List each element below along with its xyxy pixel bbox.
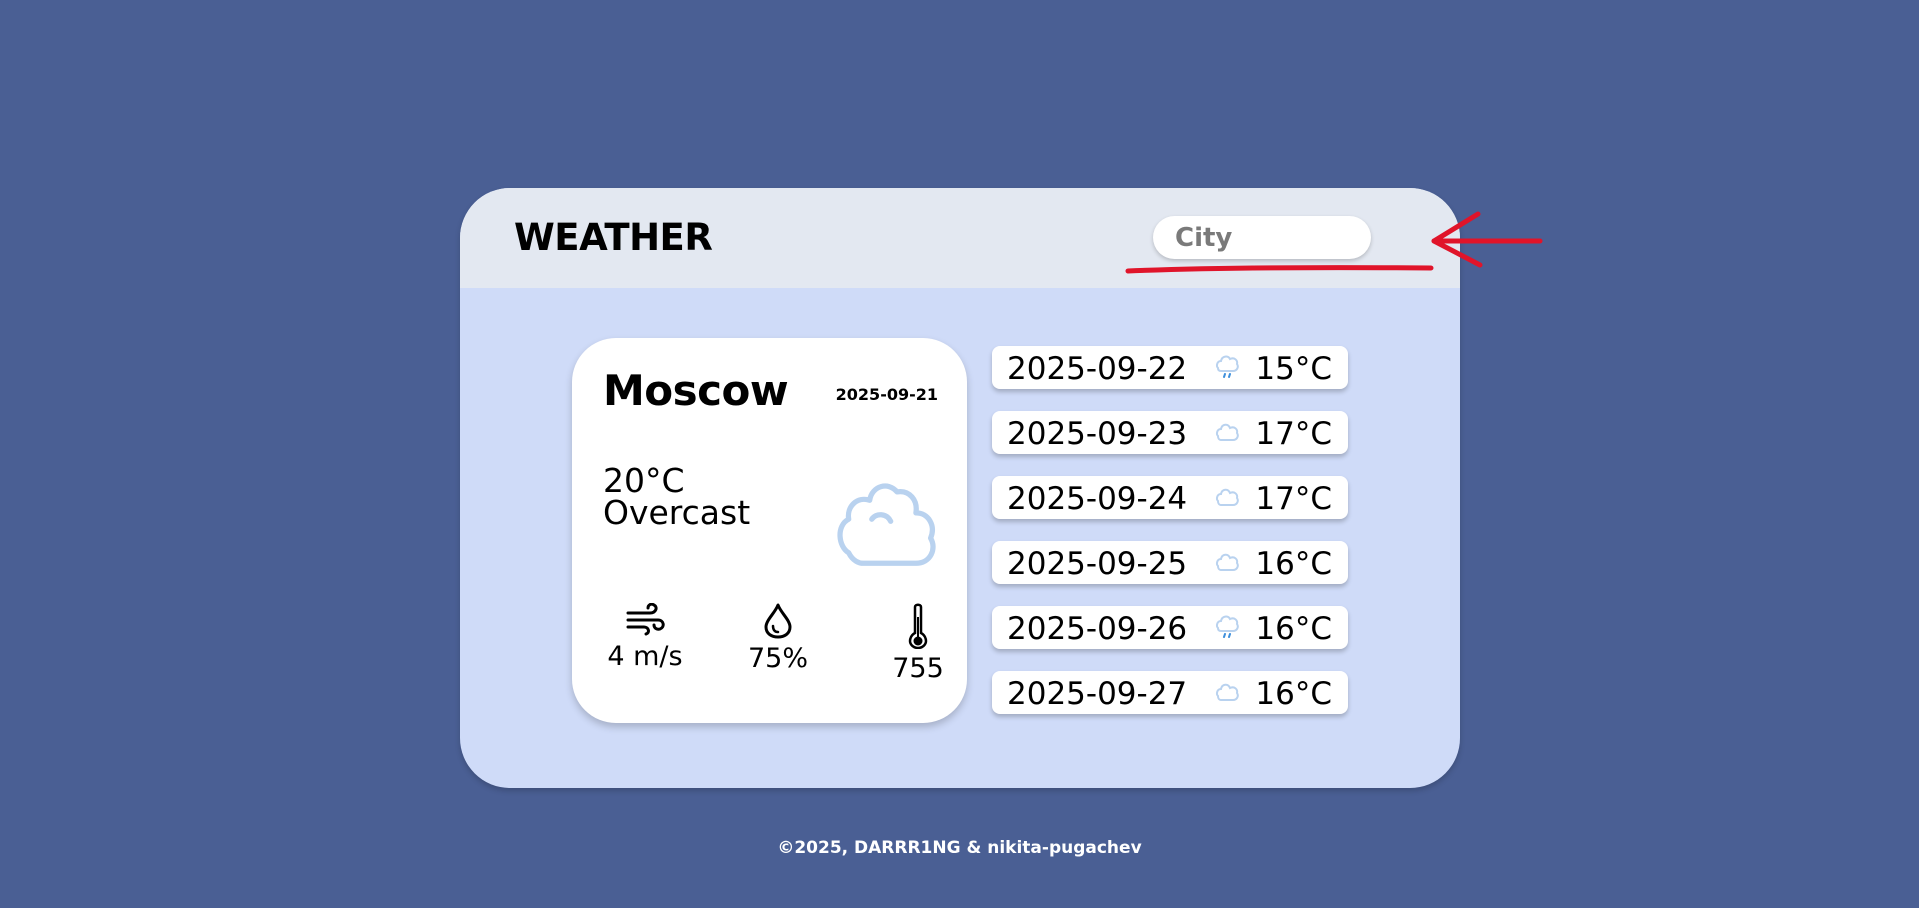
forecast-row: 2025-09-24 17°C: [992, 476, 1348, 519]
humidity-value: 75%: [748, 643, 809, 674]
cloud-icon: [1216, 683, 1239, 701]
wind-icon: [626, 603, 665, 636]
forecast-date: 2025-09-26: [1007, 611, 1188, 647]
cloud-icon: [1216, 553, 1239, 571]
thermometer-icon: [908, 603, 928, 649]
forecast-list: 2025-09-22 15°C 2025-09-23 17°C 2025-09-…: [992, 346, 1348, 736]
forecast-row: 2025-09-23 17°C: [992, 411, 1348, 454]
weather-app-panel: WEATHER Moscow 2025-09-21 20°C Overcast …: [460, 188, 1460, 788]
cloud-icon: [1216, 423, 1239, 441]
app-header: WEATHER: [460, 188, 1460, 288]
forecast-row: 2025-09-25 16°C: [992, 541, 1348, 584]
wind-stat: 4 m/s: [602, 603, 688, 672]
wind-value: 4 m/s: [607, 641, 683, 672]
forecast-temp: 16°C: [1255, 546, 1332, 582]
app-title: WEATHER: [514, 216, 713, 259]
forecast-temp: 15°C: [1255, 351, 1332, 387]
forecast-temp: 16°C: [1255, 611, 1332, 647]
cloud-icon: [837, 483, 936, 566]
city-search-input[interactable]: [1153, 216, 1371, 259]
pressure-value: 755: [892, 653, 944, 684]
forecast-row: 2025-09-27 16°C: [992, 671, 1348, 714]
forecast-date: 2025-09-25: [1007, 546, 1188, 582]
forecast-temp: 17°C: [1255, 416, 1332, 452]
cloud-rain-icon: [1216, 615, 1239, 638]
current-weather-card: Moscow 2025-09-21 20°C Overcast 4 m/s 75…: [572, 338, 967, 723]
forecast-date: 2025-09-23: [1007, 416, 1188, 452]
footer-copyright: ©2025, DARRR1NG & nikita-pugachev: [777, 838, 1142, 858]
water-drop-icon: [764, 603, 792, 639]
page: WEATHER Moscow 2025-09-21 20°C Overcast …: [0, 0, 1919, 908]
humidity-stat: 75%: [748, 603, 808, 674]
current-date: 2025-09-21: [835, 385, 938, 404]
forecast-date: 2025-09-22: [1007, 351, 1188, 387]
city-name: Moscow: [603, 366, 789, 415]
forecast-date: 2025-09-24: [1007, 481, 1188, 517]
forecast-row: 2025-09-26 16°C: [992, 606, 1348, 649]
forecast-row: 2025-09-22 15°C: [992, 346, 1348, 389]
forecast-temp: 17°C: [1255, 481, 1332, 517]
cloud-icon: [1216, 488, 1239, 506]
cloud-rain-icon: [1216, 355, 1239, 378]
forecast-temp: 16°C: [1255, 676, 1332, 712]
current-condition: Overcast: [603, 493, 751, 532]
pressure-stat: 755: [890, 603, 946, 684]
forecast-date: 2025-09-27: [1007, 676, 1188, 712]
